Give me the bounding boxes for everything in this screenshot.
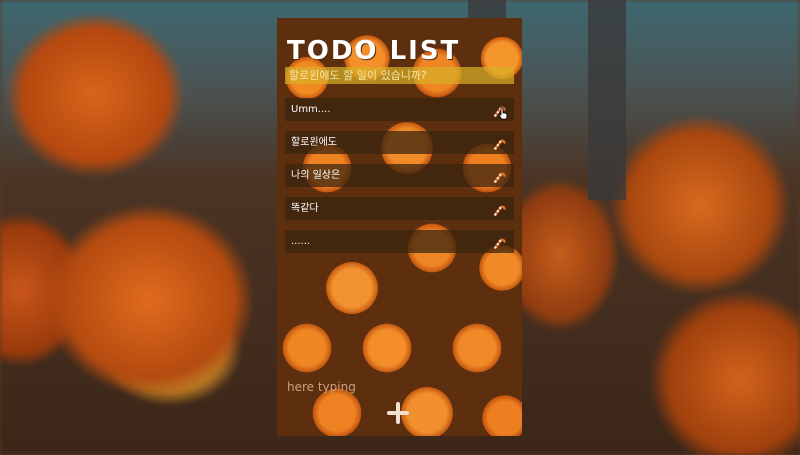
candy-cane-icon[interactable] bbox=[492, 136, 506, 151]
todo-text: Umm.... bbox=[291, 104, 331, 115]
todo-text: 똑같다 bbox=[291, 203, 319, 214]
app-subtitle: 할로윈에도 할 일이 있습니까? bbox=[285, 67, 514, 84]
hand-cursor-icon bbox=[498, 107, 508, 120]
todo-list: Umm.... 할로윈에도 나의 일상은 똑같다 ...... bbox=[285, 98, 514, 263]
todo-item: 할로윈에도 bbox=[285, 131, 514, 154]
candy-cane-icon[interactable] bbox=[492, 202, 506, 217]
candy-cane-icon[interactable] bbox=[492, 235, 506, 250]
todo-item: Umm.... bbox=[285, 98, 514, 121]
todo-text: 할로윈에도 bbox=[291, 137, 337, 148]
background-fence-post bbox=[588, 0, 626, 200]
todo-text: ...... bbox=[291, 236, 311, 247]
app-title: TODO LIST bbox=[287, 36, 461, 66]
todo-text: 나의 일상은 bbox=[291, 170, 341, 181]
todo-item: 나의 일상은 bbox=[285, 164, 514, 187]
todo-input[interactable] bbox=[287, 377, 437, 397]
plus-icon bbox=[386, 401, 410, 425]
todo-item: ...... bbox=[285, 230, 514, 253]
todo-item: 똑같다 bbox=[285, 197, 514, 220]
todo-card: TODO LIST 할로윈에도 할 일이 있습니까? Umm.... 할로윈에도… bbox=[277, 18, 522, 436]
todo-input-row bbox=[287, 376, 512, 397]
add-todo-button[interactable] bbox=[386, 401, 410, 425]
candy-cane-icon[interactable] bbox=[492, 169, 506, 184]
